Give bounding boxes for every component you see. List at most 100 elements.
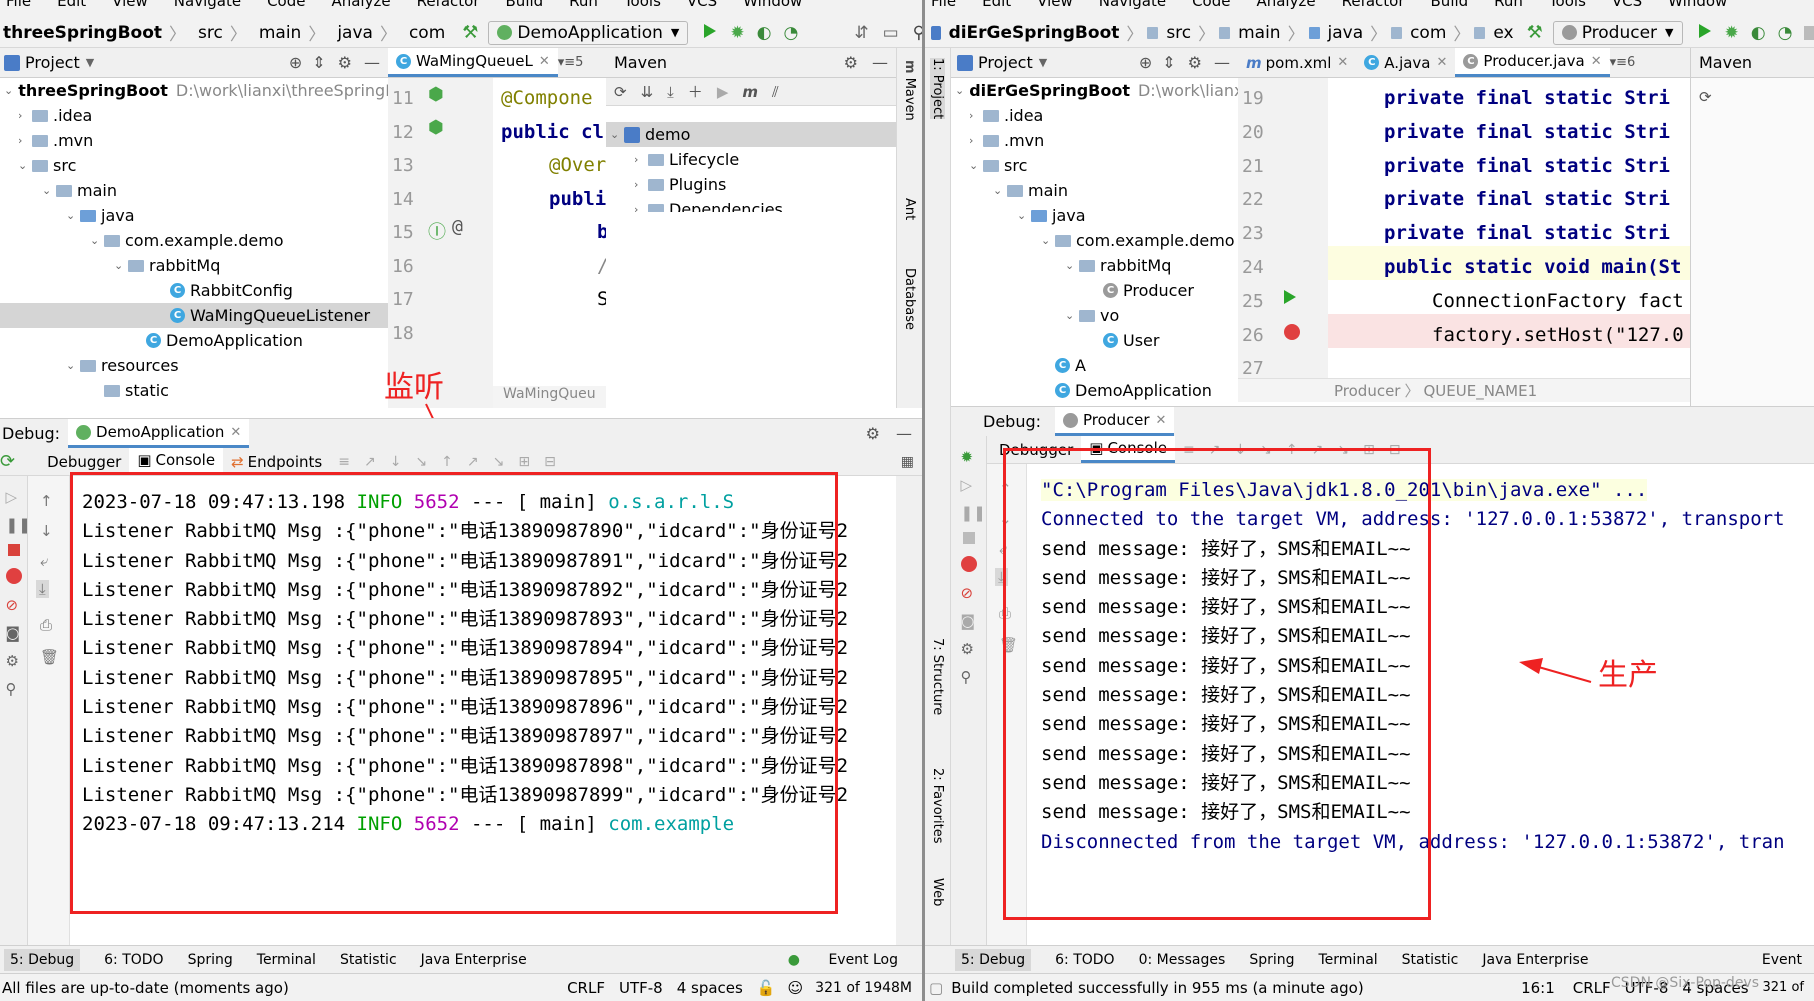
menu-edit[interactable]: Edit <box>982 0 1011 10</box>
gear-icon[interactable]: ⚙ <box>6 652 22 670</box>
chevron-down-icon[interactable]: ▼ <box>86 56 94 69</box>
add-icon[interactable]: ＋ <box>688 81 703 102</box>
menu-code[interactable]: Code <box>1192 0 1230 10</box>
tab-messages[interactable]: 0: Messages <box>1139 952 1226 968</box>
memory-indicator[interactable]: 321 of <box>1763 980 1804 995</box>
tab-spring[interactable]: Spring <box>1249 952 1294 968</box>
menu-analyze[interactable]: Analyze <box>331 0 390 10</box>
breadcrumb-ex[interactable]: ex <box>1493 23 1513 43</box>
minimize-icon[interactable]: — <box>364 53 380 72</box>
profile-icon[interactable]: ◔ <box>1778 23 1793 43</box>
breadcrumb-class[interactable]: Producer <box>1334 382 1400 400</box>
breadcrumb-src[interactable]: src <box>1166 23 1191 43</box>
soft-wrap-icon[interactable]: ⤶ <box>40 552 48 570</box>
run-gutter-icon[interactable] <box>1284 288 1296 309</box>
generate-sources-icon[interactable]: ⇊ <box>641 83 654 101</box>
tree-item[interactable]: ⌄ src <box>0 153 388 178</box>
tree-item[interactable]: ⌄ rabbitMq <box>0 253 388 278</box>
locate-icon[interactable]: ⊕ <box>289 53 302 72</box>
menu-view[interactable]: View <box>1037 0 1073 10</box>
menu-run[interactable]: Run <box>569 0 598 10</box>
run-config-select[interactable]: DemoApplication ▼ <box>488 20 689 45</box>
override-icon[interactable]: @ <box>452 216 463 237</box>
hammer-icon[interactable]: ⚒ <box>1527 22 1543 43</box>
tree-item[interactable]: C RabbitConfig <box>0 278 388 303</box>
tree-item[interactable]: ⌄ java <box>0 203 388 228</box>
menu-refactor[interactable]: Refactor <box>1342 0 1405 10</box>
collapse-icon[interactable]: ⇕ <box>312 53 325 72</box>
code-area[interactable]: @Compone public cl @Over publi b / S WaM… <box>493 78 606 408</box>
menu-vcs[interactable]: VCS <box>1612 0 1642 10</box>
inspector-icon[interactable]: ☺ <box>788 979 804 997</box>
coverage-icon[interactable]: ◐ <box>1751 23 1766 43</box>
tree-item[interactable]: ⌄ src <box>951 153 1238 178</box>
maven-plugins-item[interactable]: › Plugins <box>606 172 896 197</box>
run-config-select[interactable]: Producer ▼ <box>1552 20 1683 45</box>
menu-vcs[interactable]: VCS <box>687 0 717 10</box>
minimize-icon[interactable]: — <box>872 53 888 72</box>
view-breakpoints-icon[interactable] <box>5 568 22 584</box>
breadcrumb-src[interactable]: src <box>198 23 223 43</box>
tab-debug[interactable]: 5: Debug <box>955 948 1032 971</box>
menu-view[interactable]: View <box>112 0 148 10</box>
tree-item[interactable]: CA <box>951 353 1238 378</box>
breadcrumb-com[interactable]: com <box>1410 23 1446 43</box>
minimize-icon[interactable]: — <box>1214 53 1230 72</box>
stop-icon[interactable] <box>962 532 975 544</box>
tab-producer-java[interactable]: C Producer.java ✕ <box>1455 48 1610 77</box>
close-icon[interactable]: ✕ <box>1437 55 1448 70</box>
execute-goal-icon[interactable]: m <box>742 83 758 101</box>
project-tool-tab[interactable]: 1: Project <box>930 58 945 120</box>
tab-statistic[interactable]: Statistic <box>1402 952 1459 968</box>
tab-spring[interactable]: Spring <box>188 952 233 968</box>
gear-icon[interactable]: ⚙ <box>844 53 858 72</box>
tab-statistic[interactable]: Statistic <box>340 952 397 968</box>
tab-console[interactable]: ▣ Console <box>129 448 224 475</box>
breadcrumb-project[interactable]: diErGeSpringBoot <box>949 23 1120 43</box>
tab-endpoints[interactable]: ⇄ Endpoints <box>223 448 330 475</box>
gear-icon[interactable]: ⚙ <box>1188 53 1202 72</box>
tab-wamingqueuelistener[interactable]: C WaMingQueueL ✕ <box>388 48 558 77</box>
memory-indicator[interactable]: 321 of 1948M <box>815 980 912 996</box>
hammer-icon[interactable]: ⚒ <box>462 22 478 43</box>
favorites-tool-tab[interactable]: 2: Favorites <box>930 768 945 844</box>
chevron-down-icon[interactable]: ▼ <box>1039 56 1047 69</box>
tab-overflow[interactable]: ▾≡5 <box>558 55 584 70</box>
tree-item[interactable]: C DemoApplication <box>951 378 1238 403</box>
tree-item[interactable]: › .mvn <box>951 128 1238 153</box>
breadcrumb-project[interactable]: threeSpringBoot <box>3 23 162 43</box>
caret-position[interactable]: 16:1 <box>1521 979 1555 997</box>
menu-navigate[interactable]: Navigate <box>174 0 241 10</box>
tab-pom-xml[interactable]: m pom.xml ✕ <box>1238 48 1356 77</box>
tree-item[interactable]: ⌄ resources <box>0 353 388 378</box>
web-tool-tab[interactable]: Web <box>930 878 945 906</box>
menu-window[interactable]: Window <box>743 0 802 10</box>
tree-item[interactable]: ⌄diErGeSpringBootD:\work\lianxi\diErGeSp <box>951 78 1238 103</box>
tab-event-log[interactable]: Event <box>1762 952 1802 968</box>
search-icon[interactable]: ⚲ <box>913 23 922 43</box>
stop-icon[interactable] <box>7 544 20 556</box>
status-message[interactable]: All files are up-to-date (moments ago) <box>2 979 289 997</box>
down-icon[interactable]: ↓ <box>40 522 53 540</box>
rerun-icon[interactable]: ✹ <box>961 448 977 466</box>
maven-dependencies-item[interactable]: › Dependencies <box>606 197 896 212</box>
status-message[interactable]: Build completed successfully in 955 ms (… <box>951 979 1363 997</box>
stop-icon[interactable] <box>1804 25 1814 40</box>
debug-icon[interactable]: ✹ <box>1725 23 1739 43</box>
ant-tool-tab[interactable]: Ant <box>902 198 917 220</box>
breadcrumb-java[interactable]: java <box>1328 23 1364 43</box>
breakpoint-icon[interactable] <box>1284 324 1300 340</box>
tree-item[interactable]: static <box>0 378 388 403</box>
line-separator[interactable]: CRLF <box>1573 979 1611 997</box>
project-title[interactable]: Project <box>25 53 80 72</box>
maven-tool-tab[interactable]: m Maven <box>902 60 917 121</box>
debug-session-tab[interactable]: DemoApplication ✕ <box>68 419 250 448</box>
close-icon[interactable]: ✕ <box>1337 55 1348 70</box>
tree-item[interactable]: C DemoApplication <box>0 328 388 353</box>
gear-icon[interactable]: ⚙ <box>961 640 977 658</box>
tree-item[interactable]: ⌄ java <box>951 203 1238 228</box>
tree-item[interactable]: C Producer <box>951 278 1238 303</box>
indent-setting[interactable]: 4 spaces <box>677 979 743 997</box>
close-icon[interactable]: ✕ <box>230 425 241 440</box>
menu-analyze[interactable]: Analyze <box>1256 0 1315 10</box>
